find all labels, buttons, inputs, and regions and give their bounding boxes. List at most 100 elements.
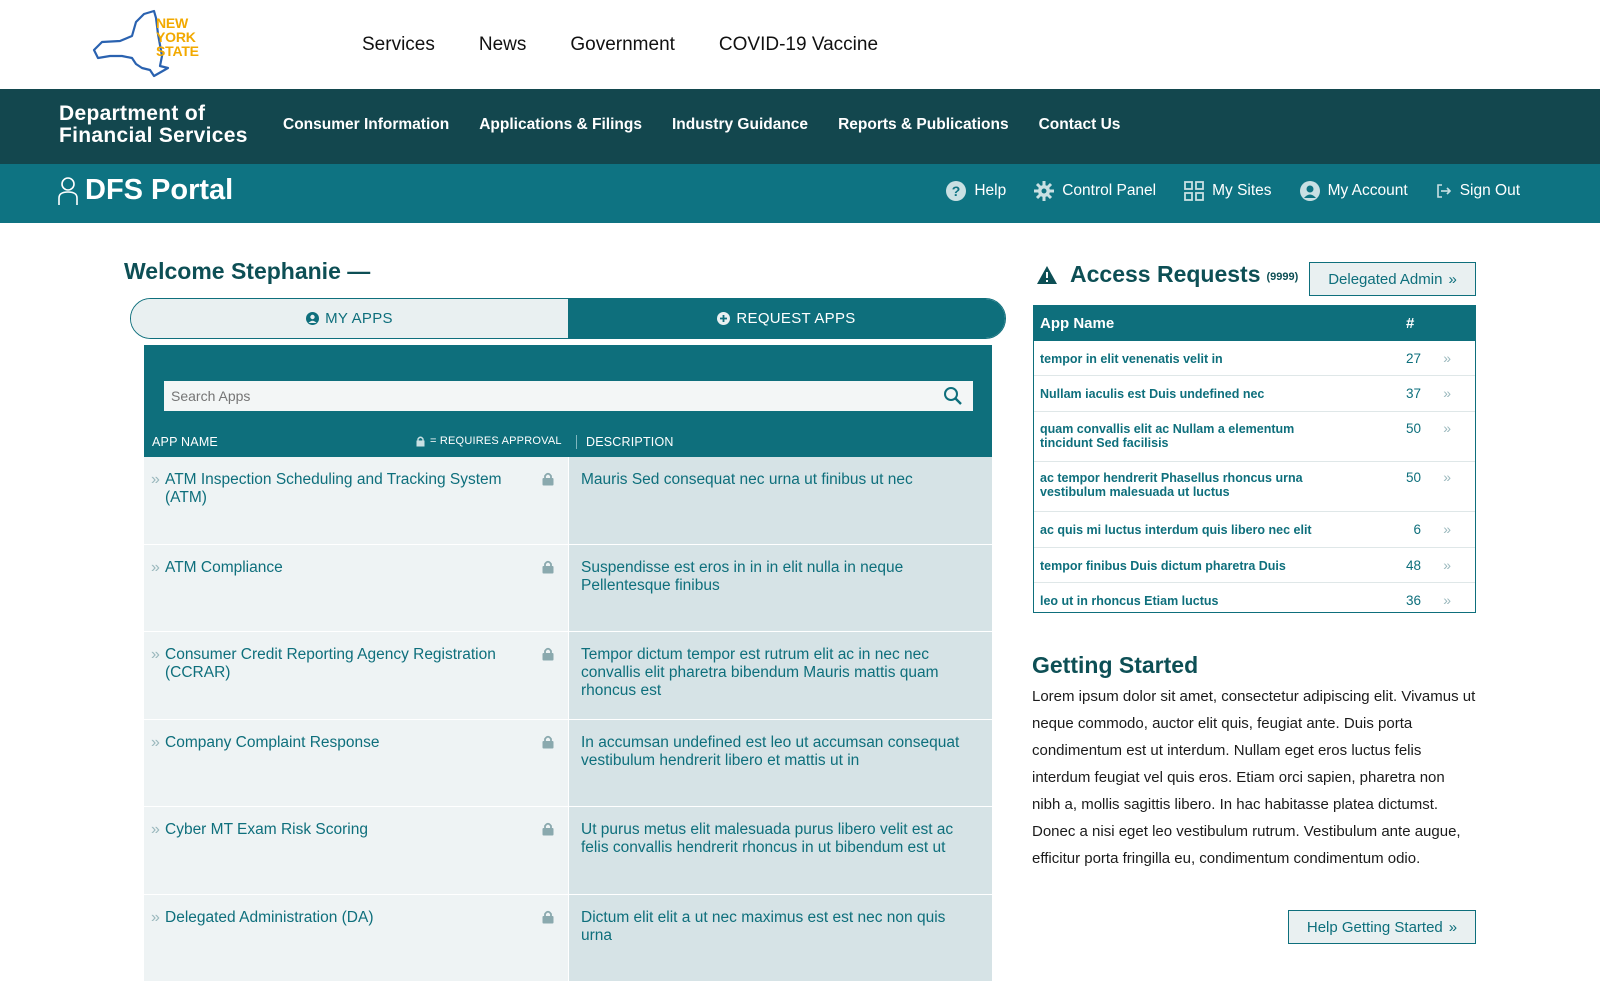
lock-icon [542,735,554,749]
portal-nav-help[interactable]: ? Help [946,181,1006,201]
apps-panel: APP NAME = REQUIRES APPROVAL DESCRIPTION… [144,345,992,935]
access-request-row[interactable]: ac tempor hendrerit Phasellus rhoncus ur… [1034,462,1475,512]
delegated-admin-button[interactable]: Delegated Admin » [1309,262,1476,296]
chevron-double-right-icon: » [1449,919,1457,936]
access-request-row[interactable]: Nullam iaculis est Duis undefined nec 37… [1034,376,1475,412]
access-request-app-name[interactable]: Nullam iaculis est Duis undefined nec [1040,387,1330,401]
portal-header: DFS Portal ? Help Control Panel My Sites… [0,164,1600,223]
access-request-count: 36 [1406,593,1421,608]
app-row[interactable]: » Cyber MT Exam Risk Scoring Ut purus me… [144,807,992,895]
chevron-double-right-icon: » [151,734,160,752]
state-nav-news[interactable]: News [479,34,527,56]
access-request-app-name[interactable]: quam convallis elit ac Nullam a elementu… [1040,422,1330,450]
dfs-header: Department of Financial Services Consume… [0,89,1600,164]
state-nav-services[interactable]: Services [362,34,435,56]
app-row[interactable]: » ATM Compliance Suspendisse est eros in… [144,545,992,633]
dfs-nav-reports-publications[interactable]: Reports & Publications [838,116,1009,134]
access-request-row[interactable]: tempor finibus Duis dictum pharetra Duis… [1034,548,1475,583]
chevron-double-right-icon: » [151,909,160,927]
app-tabs: MY APPS REQUEST APPS [130,298,1006,339]
portal-nav-control-panel[interactable]: Control Panel [1034,181,1156,201]
state-nav-covid-vaccine[interactable]: COVID-19 Vaccine [719,34,878,56]
access-request-app-name[interactable]: ac quis mi luctus interdum quis libero n… [1040,523,1330,537]
column-header-app-name: APP NAME [152,435,218,449]
app-row[interactable]: » ATM Inspection Scheduling and Tracking… [144,457,992,545]
tab-my-apps[interactable]: MY APPS [131,299,568,338]
app-name-cell: » Cyber MT Exam Risk Scoring [144,807,568,894]
chevron-double-right-icon[interactable]: » [1443,420,1451,436]
column-header-count: # [1406,315,1414,332]
app-description: Tempor dictum tempor est rutrum elit ac … [568,632,992,719]
dfs-nav-industry-guidance[interactable]: Industry Guidance [672,116,808,134]
chevron-double-right-icon[interactable]: » [1443,557,1451,573]
gear-icon [1034,181,1054,201]
chevron-double-right-icon[interactable]: » [1443,385,1451,401]
access-request-app-name[interactable]: tempor in elit venenatis velit in [1040,352,1330,366]
user-icon [1300,181,1320,201]
user-icon [306,312,319,325]
search-icon[interactable] [943,386,963,406]
access-request-app-name[interactable]: leo ut in rhoncus Etiam luctus [1040,594,1330,608]
chevron-double-right-icon[interactable]: » [1443,592,1451,608]
app-name[interactable]: Cyber MT Exam Risk Scoring [165,821,368,838]
apps-list: » ATM Inspection Scheduling and Tracking… [144,457,992,982]
dfs-nav: Consumer Information Applications & Fili… [283,116,1120,134]
access-requests-table: App Name # tempor in elit venenatis veli… [1033,305,1476,613]
app-name[interactable]: Company Complaint Response [165,734,380,751]
access-requests-title: Access Requests [1070,261,1261,288]
app-description: Dictum elit elit a ut nec maximus est es… [568,895,992,982]
access-request-app-name[interactable]: ac tempor hendrerit Phasellus rhoncus ur… [1040,471,1330,499]
app-description: In accumsan undefined est leo ut accumsa… [568,720,992,807]
app-description: Mauris Sed consequat nec urna ut finibus… [568,457,992,544]
app-row[interactable]: » Delegated Administration (DA) Dictum e… [144,895,992,982]
portal-nav-sign-out[interactable]: Sign Out [1436,182,1520,200]
column-header-approval-legend: = REQUIRES APPROVAL [416,435,562,447]
app-name[interactable]: ATM Inspection Scheduling and Tracking S… [165,471,502,506]
access-request-row[interactable]: quam convallis elit ac Nullam a elementu… [1034,412,1475,462]
app-name[interactable]: Consumer Credit Reporting Agency Registr… [165,646,496,681]
portal-nav-my-account[interactable]: My Account [1300,181,1408,201]
chevron-double-right-icon: » [151,559,160,577]
chevron-double-right-icon[interactable]: » [1443,521,1451,537]
tab-request-apps[interactable]: REQUEST APPS [568,299,1005,338]
app-name[interactable]: ATM Compliance [165,559,283,576]
access-request-row[interactable]: tempor in elit venenatis velit in 27 » [1034,341,1475,376]
access-request-count: 50 [1406,470,1421,485]
column-header-description: DESCRIPTION [576,435,674,449]
help-getting-started-button[interactable]: Help Getting Started » [1288,910,1476,944]
column-header-app-name: App Name [1040,315,1114,332]
ny-state-wordmark: NEW YORK STATE [156,16,199,58]
chevron-double-right-icon[interactable]: » [1443,350,1451,366]
dfs-logo-title[interactable]: Department of Financial Services [59,103,248,147]
access-requests-header: Access Requests (9999) [1036,261,1298,288]
search-apps-input[interactable] [164,381,973,411]
app-name[interactable]: Delegated Administration (DA) [165,909,374,926]
chevron-double-right-icon: » [151,821,160,839]
app-description: Ut purus metus elit malesuada purus libe… [568,807,992,894]
state-header: NEW YORK STATE Services News Government … [0,0,1600,89]
help-icon: ? [946,181,966,201]
access-request-app-name[interactable]: tempor finibus Duis dictum pharetra Duis [1040,559,1330,573]
access-request-count: 48 [1406,558,1421,573]
app-name-cell: » Delegated Administration (DA) [144,895,568,982]
portal-nav-my-sites[interactable]: My Sites [1184,181,1271,201]
state-nav-government[interactable]: Government [570,34,675,56]
access-request-count: 6 [1413,522,1421,537]
access-request-row[interactable]: ac quis mi luctus interdum quis libero n… [1034,512,1475,548]
app-row[interactable]: » Consumer Credit Reporting Agency Regis… [144,632,992,720]
app-row[interactable]: » Company Complaint Response In accumsan… [144,720,992,808]
dfs-nav-applications-filings[interactable]: Applications & Filings [479,116,642,134]
app-description: Suspendisse est eros in in in elit nulla… [568,545,992,632]
getting-started-title: Getting Started [1032,652,1198,679]
portal-brand[interactable]: DFS Portal [57,174,233,207]
chevron-double-right-icon[interactable]: » [1443,469,1451,485]
access-requests-table-header: App Name # [1034,306,1475,341]
dfs-nav-consumer-information[interactable]: Consumer Information [283,116,449,134]
chevron-double-right-icon: » [1448,271,1456,288]
dfs-nav-contact-us[interactable]: Contact Us [1039,116,1121,134]
ny-state-logo[interactable]: NEW YORK STATE [92,8,212,78]
getting-started-body: Lorem ipsum dolor sit amet, consectetur … [1032,683,1477,872]
lock-icon [542,647,554,661]
portal-nav: ? Help Control Panel My Sites My Account… [946,181,1520,201]
access-request-row[interactable]: leo ut in rhoncus Etiam luctus 36 » [1034,583,1475,613]
